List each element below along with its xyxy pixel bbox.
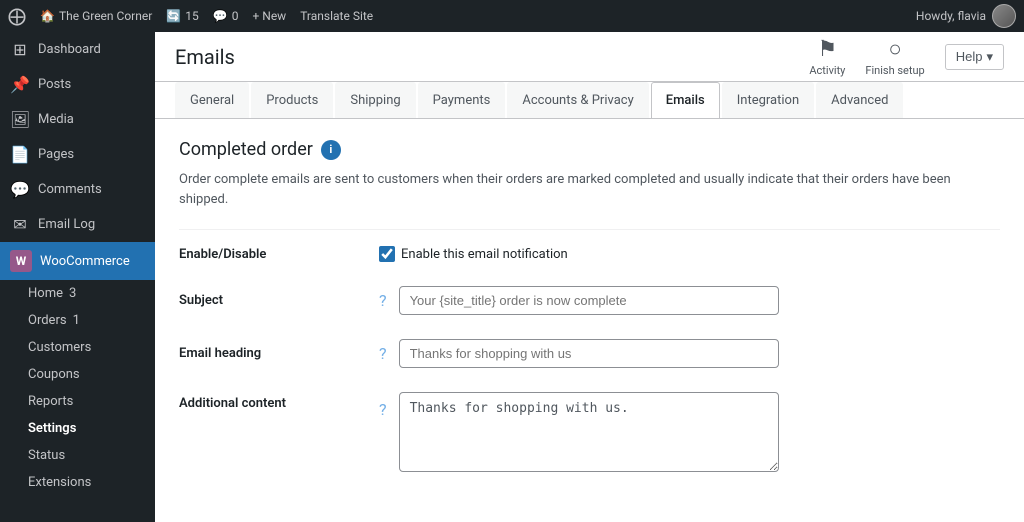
tab-products[interactable]: Products xyxy=(251,82,333,118)
sidebar-item-extensions[interactable]: Extensions xyxy=(0,469,155,496)
activity-button[interactable]: ⚑ Activity xyxy=(809,37,845,77)
sidebar-item-posts[interactable]: 📌 Posts xyxy=(0,67,155,102)
header-actions: ⚑ Activity ○ Finish setup Help ▾ xyxy=(809,36,1004,77)
divider xyxy=(179,229,1000,230)
translate-link[interactable]: Translate Site xyxy=(300,9,373,23)
additional-content-help-icon[interactable]: ? xyxy=(379,400,387,419)
email-heading-help-icon[interactable]: ? xyxy=(379,344,387,363)
subject-row-inner: ? xyxy=(379,286,1000,315)
pages-icon: 📄 xyxy=(10,145,30,164)
info-icon[interactable]: i xyxy=(321,140,341,160)
user-howdy[interactable]: Howdy, flavia xyxy=(916,4,1016,28)
sidebar-item-reports[interactable]: Reports xyxy=(0,388,155,415)
main-content: Completed order i Order complete emails … xyxy=(155,119,1024,522)
sidebar-item-orders[interactable]: Orders 1 xyxy=(0,307,155,334)
enable-checkbox[interactable] xyxy=(379,246,395,262)
tab-emails[interactable]: Emails xyxy=(651,82,720,118)
new-content-link[interactable]: + New xyxy=(252,9,286,23)
tab-payments[interactable]: Payments xyxy=(418,82,506,118)
sidebar-item-customers[interactable]: Customers xyxy=(0,334,155,361)
subject-label: Subject xyxy=(179,274,379,327)
home-icon: 🏠 xyxy=(40,9,55,23)
sidebar-item-dashboard[interactable]: ⊞ Dashboard xyxy=(0,32,155,67)
additional-content-label: Additional content xyxy=(179,380,379,484)
posts-icon: 📌 xyxy=(10,75,30,94)
comments-link[interactable]: 💬 0 xyxy=(213,9,239,23)
section-description: Order complete emails are sent to custom… xyxy=(179,170,979,209)
section-title: Completed order i xyxy=(179,139,1000,160)
subject-field: ? xyxy=(379,274,1000,327)
home-badge: 3 xyxy=(69,286,76,301)
sidebar-item-settings[interactable]: Settings xyxy=(0,415,155,442)
admin-bar: ⨁ 🏠 The Green Corner 🔄 15 💬 0 + New Tran… xyxy=(0,0,1024,32)
woo-icon: W xyxy=(10,250,32,272)
help-button[interactable]: Help ▾ xyxy=(945,44,1004,70)
sidebar-item-status[interactable]: Status xyxy=(0,442,155,469)
content-header: Emails ⚑ Activity ○ Finish setup Help ▾ xyxy=(155,32,1024,82)
updates-link[interactable]: 🔄 15 xyxy=(166,9,198,23)
media-icon: 🖼 xyxy=(10,110,30,129)
comments-sidebar-icon: 💬 xyxy=(10,180,30,199)
content-area: Emails ⚑ Activity ○ Finish setup Help ▾ … xyxy=(155,32,1024,522)
finish-setup-button[interactable]: ○ Finish setup xyxy=(865,36,924,77)
chevron-down-icon: ▾ xyxy=(986,49,993,65)
circle-icon: ○ xyxy=(888,36,901,62)
enable-checkbox-label[interactable]: Enable this email notification xyxy=(379,246,1000,262)
wp-logo-icon[interactable]: ⨁ xyxy=(8,6,26,27)
subject-input[interactable] xyxy=(399,286,779,315)
sidebar-item-pages[interactable]: 📄 Pages xyxy=(0,137,155,172)
additional-content-field: ? Thanks for shopping with us. xyxy=(379,380,1000,484)
additional-content-row-inner: ? Thanks for shopping with us. xyxy=(379,392,1000,472)
sidebar-item-comments[interactable]: 💬 Comments xyxy=(0,172,155,207)
orders-badge: 1 xyxy=(73,313,80,328)
sidebar-item-woocommerce[interactable]: W WooCommerce xyxy=(0,242,155,280)
tab-advanced[interactable]: Advanced xyxy=(816,82,903,118)
updates-icon: 🔄 xyxy=(166,9,181,23)
dashboard-icon: ⊞ xyxy=(10,40,30,59)
subject-help-icon[interactable]: ? xyxy=(379,291,387,310)
additional-content-row: Additional content ? Thanks for shopping… xyxy=(179,380,1000,484)
enable-disable-field: Enable this email notification xyxy=(379,234,1000,274)
email-heading-label: Email heading xyxy=(179,327,379,380)
enable-disable-row: Enable/Disable Enable this email notific… xyxy=(179,234,1000,274)
tabs-bar: General Products Shipping Payments Accou… xyxy=(155,82,1024,119)
avatar xyxy=(992,4,1016,28)
tab-shipping[interactable]: Shipping xyxy=(335,82,415,118)
email-heading-row-inner: ? xyxy=(379,339,1000,368)
tab-accounts-privacy[interactable]: Accounts & Privacy xyxy=(507,82,648,118)
additional-content-textarea[interactable]: Thanks for shopping with us. xyxy=(399,392,779,472)
tab-general[interactable]: General xyxy=(175,82,249,118)
comments-icon: 💬 xyxy=(213,9,228,23)
page-title: Emails xyxy=(175,45,235,69)
subject-row: Subject ? xyxy=(179,274,1000,327)
sidebar-item-home[interactable]: Home 3 xyxy=(0,280,155,307)
email-log-icon: ✉ xyxy=(10,215,30,234)
site-name-link[interactable]: 🏠 The Green Corner xyxy=(40,9,152,23)
sidebar-item-media[interactable]: 🖼 Media xyxy=(0,102,155,137)
email-heading-input[interactable] xyxy=(399,339,779,368)
activity-icon: ⚑ xyxy=(818,37,838,62)
email-heading-field: ? xyxy=(379,327,1000,380)
enable-disable-label: Enable/Disable xyxy=(179,234,379,274)
sidebar-item-email-log[interactable]: ✉ Email Log xyxy=(0,207,155,242)
email-heading-row: Email heading ? xyxy=(179,327,1000,380)
sidebar-item-coupons[interactable]: Coupons xyxy=(0,361,155,388)
tab-integration[interactable]: Integration xyxy=(722,82,814,118)
sidebar: ⊞ Dashboard 📌 Posts 🖼 Media 📄 Pages 💬 Co… xyxy=(0,32,155,522)
settings-form: Enable/Disable Enable this email notific… xyxy=(179,234,1000,484)
